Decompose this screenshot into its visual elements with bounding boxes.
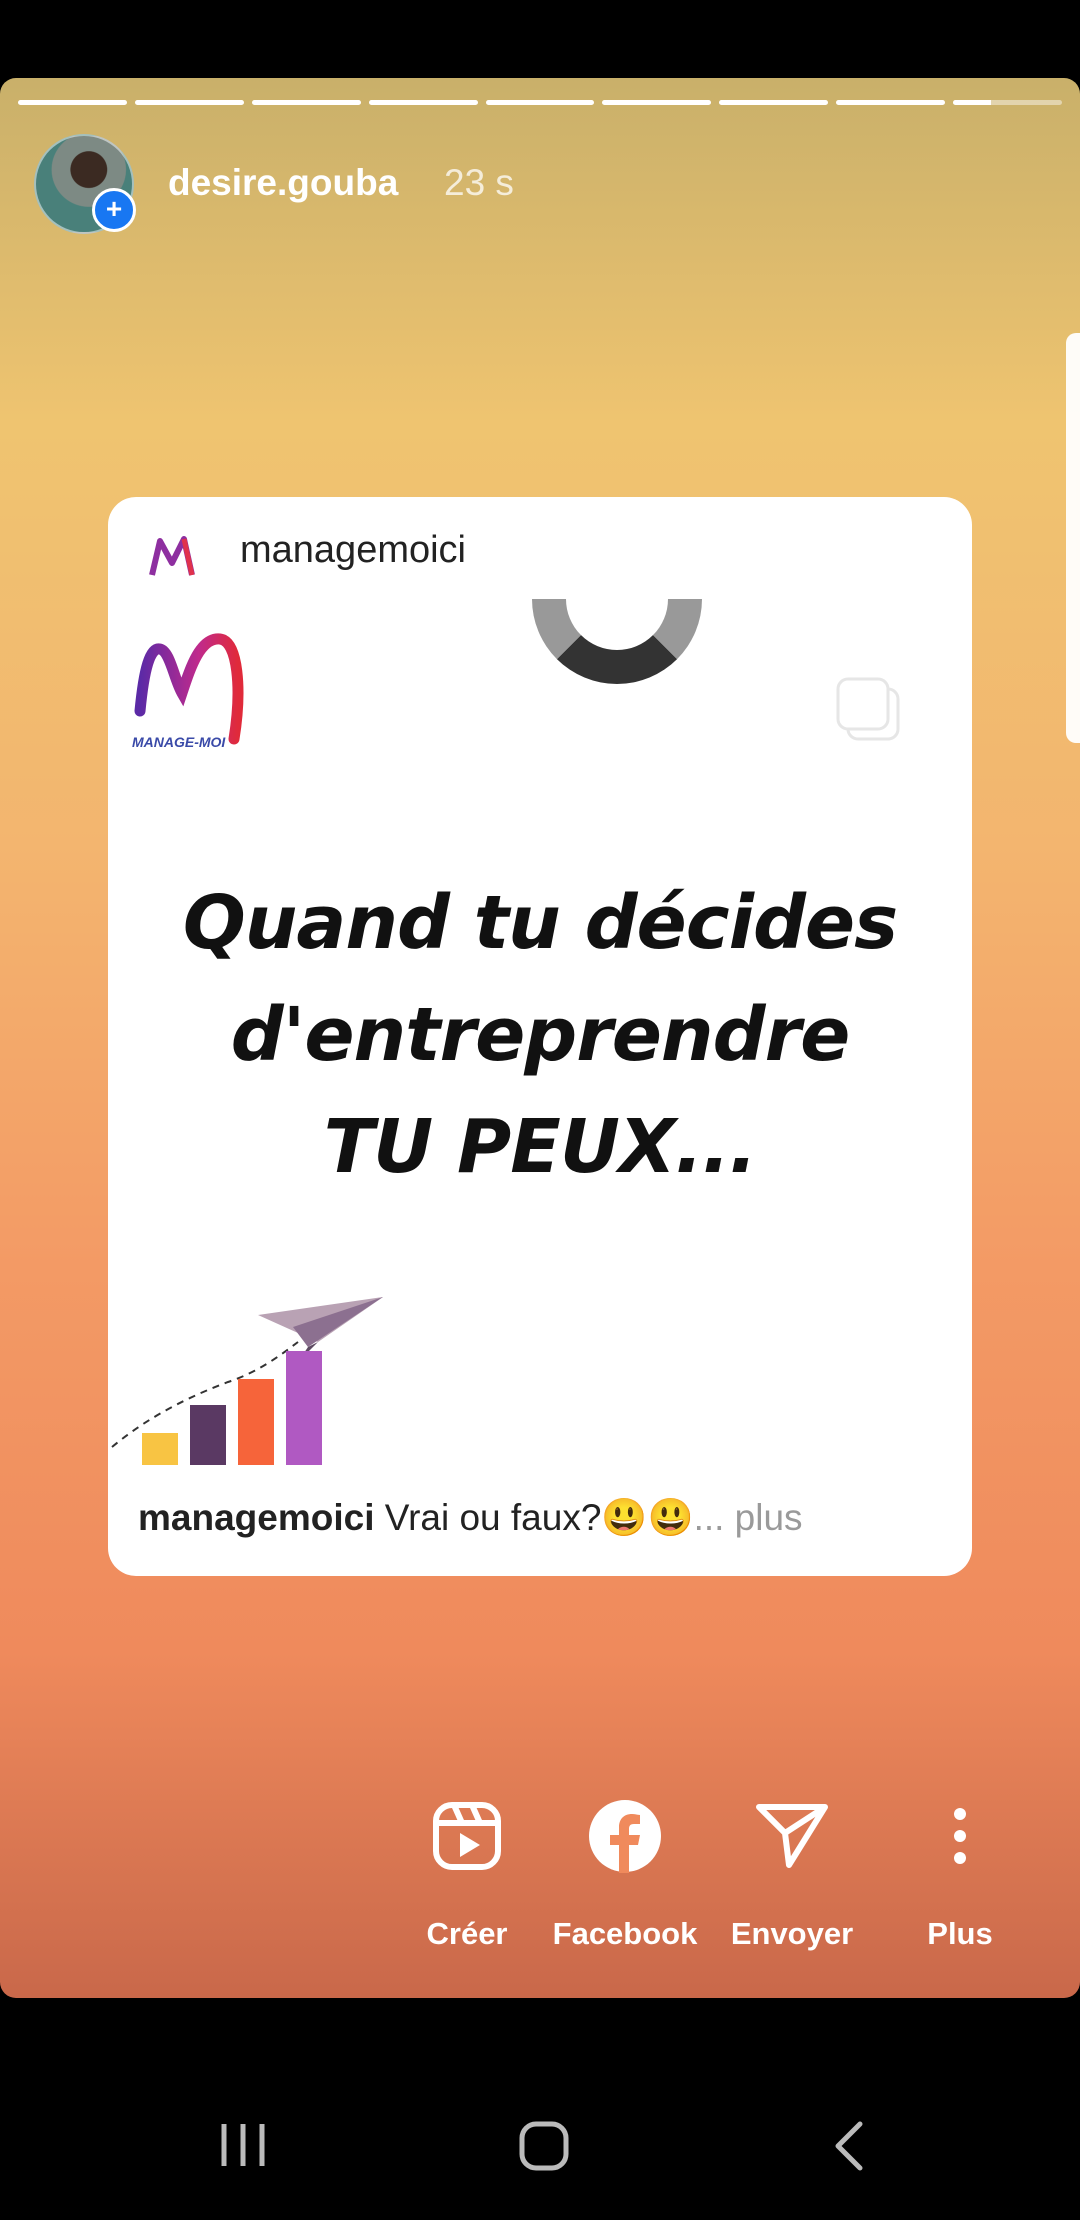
create-label: Créer [426, 1916, 508, 1951]
story-username[interactable]: desire.gouba [168, 162, 398, 204]
story-progress-segment [368, 100, 478, 105]
story-progress-segment [836, 100, 946, 105]
story-progress-fill [251, 100, 361, 105]
post-username[interactable]: managemoici [240, 529, 466, 572]
story-progress-fill [134, 100, 244, 105]
post-headline: Quand tu décides d'entreprendre TU PEUX.… [108, 867, 972, 1203]
loading-spinner-icon [532, 599, 702, 684]
story-progress-fill [18, 100, 127, 105]
story-progress-bar [18, 100, 1063, 105]
headline-line-3: TU PEUX... [323, 1104, 758, 1190]
facebook-share-button[interactable]: Facebook [540, 1798, 710, 1952]
facebook-label: Facebook [552, 1916, 698, 1951]
send-button[interactable]: Envoyer [707, 1798, 877, 1952]
reels-icon [433, 1802, 501, 1870]
story-timestamp: 23 s [444, 162, 514, 203]
more-label: Plus [927, 1916, 993, 1951]
managemoici-logo-icon [149, 536, 195, 576]
more-button[interactable]: Plus [875, 1798, 1045, 1952]
back-icon[interactable] [830, 2120, 866, 2172]
caption-more-link[interactable]: ... plus [694, 1497, 803, 1538]
manage-moi-brand-logo: MANAGE-MOI [132, 633, 244, 750]
story-progress-segment [18, 100, 127, 105]
shared-post-card[interactable]: managemoici MANAGE-MOI Quand tu décides … [108, 497, 972, 1576]
growth-chart-illustration [111, 1297, 383, 1465]
caption-username[interactable]: managemoici [138, 1497, 374, 1538]
story-progress-fill [719, 100, 829, 105]
next-story-edge[interactable] [1066, 333, 1080, 743]
story-progress-segment [719, 100, 829, 105]
caption-text: Vrai ou faux?😃😃 [374, 1497, 694, 1538]
more-vertical-icon [954, 1808, 966, 1864]
brand-logo-text: MANAGE-MOI [132, 734, 226, 750]
story-progress-fill [602, 100, 712, 105]
story-progress-fill [953, 100, 992, 105]
story-progress-segment [134, 100, 244, 105]
headline-line-2: d'entreprendre [230, 992, 851, 1078]
story-progress-fill [368, 100, 478, 105]
send-icon [756, 1804, 828, 1868]
story-progress-segment [485, 100, 595, 105]
story-viewer[interactable]: + desire.gouba 23 s managemoici MANAGE-M… [0, 78, 1080, 1998]
create-button[interactable]: Créer [382, 1798, 552, 1952]
facebook-icon [589, 1800, 661, 1873]
carousel-multiple-icon [836, 677, 900, 741]
story-progress-segment [251, 100, 361, 105]
share-actions-bar: Créer Facebook Envoyer Plus [0, 1798, 1080, 1998]
post-caption[interactable]: managemoici Vrai ou faux?😃😃... plus [138, 1497, 803, 1540]
send-label: Envoyer [730, 1916, 854, 1951]
recent-apps-icon[interactable] [218, 2120, 268, 2170]
story-progress-fill [485, 100, 595, 105]
home-icon[interactable] [518, 2120, 570, 2172]
story-progress-fill [836, 100, 946, 105]
add-story-plus-icon[interactable]: + [92, 188, 136, 232]
story-progress-segment [953, 100, 1063, 105]
story-progress-segment [602, 100, 712, 105]
headline-line-1: Quand tu décides [182, 880, 898, 966]
system-navigation-bar [0, 2060, 1080, 2220]
